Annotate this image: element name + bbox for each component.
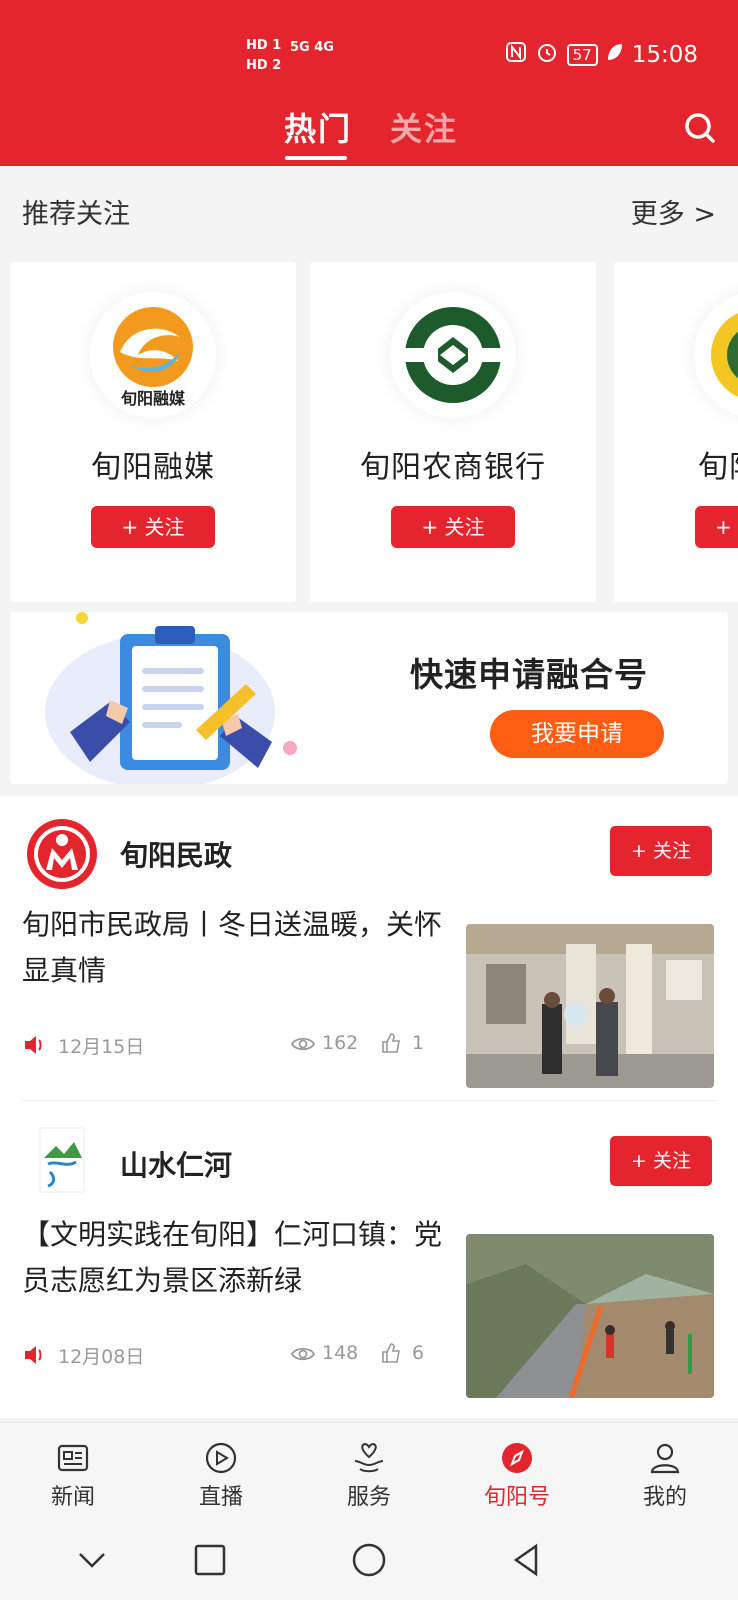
nav-label: 我的: [642, 1485, 687, 1510]
clock-time: 15:08: [631, 42, 698, 68]
audio-icon[interactable]: [22, 1342, 48, 1368]
app-header: HD 1 HD 2 5G 4G 57 15:08 热门 关注: [0, 0, 738, 166]
hd2-label: HD 2: [246, 58, 282, 73]
card-name: 旬阳农商银行: [360, 450, 546, 485]
partial-logo: [694, 292, 738, 418]
thumb-up-icon[interactable]: [380, 1342, 402, 1364]
news-thumbnail[interactable]: [466, 924, 714, 1088]
chevron-down-icon[interactable]: [72, 1540, 112, 1580]
feed-item[interactable]: 山水仁河 + 关注 【文明实践在旬阳】仁河口镇：党员志愿红为景区添新绿 12月0…: [0, 1106, 738, 1416]
nav-label: 直播: [198, 1485, 243, 1510]
apply-button[interactable]: 我要申请: [490, 710, 664, 758]
shanshui-renhe-logo[interactable]: [26, 1124, 98, 1196]
like-count: 6: [412, 1342, 425, 1364]
svg-text:旬阳融媒: 旬阳融媒: [120, 389, 186, 408]
news-feed: 旬阳民政 + 关注 旬阳市民政局丨冬日送温暖，关怀显真情 12月15日 162 …: [0, 796, 738, 1418]
banner-title: 快速申请融合号: [410, 655, 648, 694]
audio-icon[interactable]: [22, 1032, 48, 1058]
news-meta: 12月15日 162 1: [22, 1030, 432, 1060]
civil-affairs-logo[interactable]: [26, 818, 98, 890]
hd1-label: HD 1: [246, 38, 282, 53]
nav-label: 新闻: [50, 1485, 95, 1510]
view-count: 162: [322, 1032, 359, 1054]
view-count: 148: [322, 1342, 359, 1364]
rural-bank-logo: [390, 292, 516, 418]
leaf-icon: [606, 42, 624, 68]
nav-label: 旬阳号: [483, 1485, 550, 1510]
eye-icon: [290, 1037, 316, 1051]
recommend-card[interactable]: 旬阳 +: [614, 262, 738, 602]
nfc-icon: [505, 41, 527, 69]
news-headline[interactable]: 旬阳市民政局丨冬日送温暖，关怀显真情: [22, 902, 452, 994]
recommend-header: 推荐关注 更多 >: [0, 166, 738, 256]
tab-follow[interactable]: 关注: [390, 104, 458, 150]
tab-hot[interactable]: 热门: [284, 104, 352, 150]
follow-button[interactable]: + 关注: [91, 506, 215, 548]
alarm-icon: [535, 40, 559, 70]
apply-banner[interactable]: 快速申请融合号 我要申请: [10, 612, 728, 784]
xunyang-media-logo: 旬阳融媒: [90, 292, 216, 418]
hd-indicator: HD 1 HD 2: [246, 36, 281, 76]
source-name[interactable]: 山水仁河: [120, 1144, 232, 1184]
recent-apps-icon[interactable]: [190, 1540, 230, 1580]
status-bar: HD 1 HD 2 5G 4G 57 15:08: [0, 30, 738, 80]
home-icon[interactable]: [349, 1540, 389, 1580]
follow-button[interactable]: +: [695, 506, 738, 548]
recommend-more-link[interactable]: 更多 >: [631, 192, 716, 231]
card-name: 旬阳: [698, 450, 738, 485]
follow-button[interactable]: + 关注: [610, 826, 712, 876]
news-headline[interactable]: 【文明实践在旬阳】仁河口镇：党员志愿红为景区添新绿: [22, 1212, 452, 1304]
active-tab-indicator: [285, 156, 347, 160]
feed-item[interactable]: 旬阳民政 + 关注 旬阳市民政局丨冬日送温暖，关怀显真情 12月15日 162 …: [0, 796, 738, 1106]
follow-button[interactable]: + 关注: [610, 1136, 712, 1186]
top-tabs: 热门 关注: [0, 100, 738, 166]
recommend-card[interactable]: 旬阳农商银行 + 关注: [310, 262, 596, 602]
news-date: 12月08日: [58, 1346, 145, 1368]
nav-service[interactable]: 服务: [314, 1423, 424, 1523]
back-icon[interactable]: [506, 1540, 546, 1580]
clipboard-illustration: [45, 612, 297, 784]
network-indicator: 5G 4G: [290, 40, 334, 55]
recommend-card[interactable]: 旬阳融媒 旬阳融媒 + 关注: [10, 262, 296, 602]
battery-indicator: 57: [566, 44, 598, 66]
bottom-nav: 新闻 直播 服务 旬阳号 我的: [0, 1422, 738, 1522]
search-button[interactable]: [680, 108, 720, 148]
nav-label: 服务: [346, 1485, 391, 1510]
news-date: 12月15日: [58, 1036, 145, 1058]
card-name: 旬阳融媒: [91, 450, 215, 485]
nav-news[interactable]: 新闻: [18, 1423, 128, 1523]
service-icon: [354, 1442, 384, 1473]
news-thumbnail[interactable]: [466, 1234, 714, 1398]
like-count: 1: [412, 1032, 425, 1054]
news-icon: [57, 1444, 89, 1472]
nav-live[interactable]: 直播: [166, 1423, 276, 1523]
source-name[interactable]: 旬阳民政: [120, 834, 232, 874]
live-icon: [205, 1442, 237, 1474]
search-icon: [685, 113, 715, 143]
eye-icon: [290, 1347, 316, 1361]
news-meta: 12月08日 148 6: [22, 1340, 432, 1370]
nav-xunyang-hao[interactable]: 旬阳号: [462, 1423, 572, 1523]
system-nav-bar: [0, 1522, 738, 1600]
thumb-up-icon[interactable]: [380, 1032, 402, 1054]
recommend-carousel[interactable]: 旬阳融媒 旬阳融媒 + 关注 旬阳农商银行 + 关注 旬阳: [0, 262, 738, 602]
divider: [22, 1100, 716, 1101]
nav-profile[interactable]: 我的: [610, 1423, 720, 1523]
profile-icon: [650, 1443, 680, 1474]
recommend-title: 推荐关注: [22, 199, 130, 230]
status-right: 57 15:08: [505, 40, 698, 70]
follow-button[interactable]: + 关注: [391, 506, 515, 548]
compass-icon: [502, 1443, 532, 1473]
